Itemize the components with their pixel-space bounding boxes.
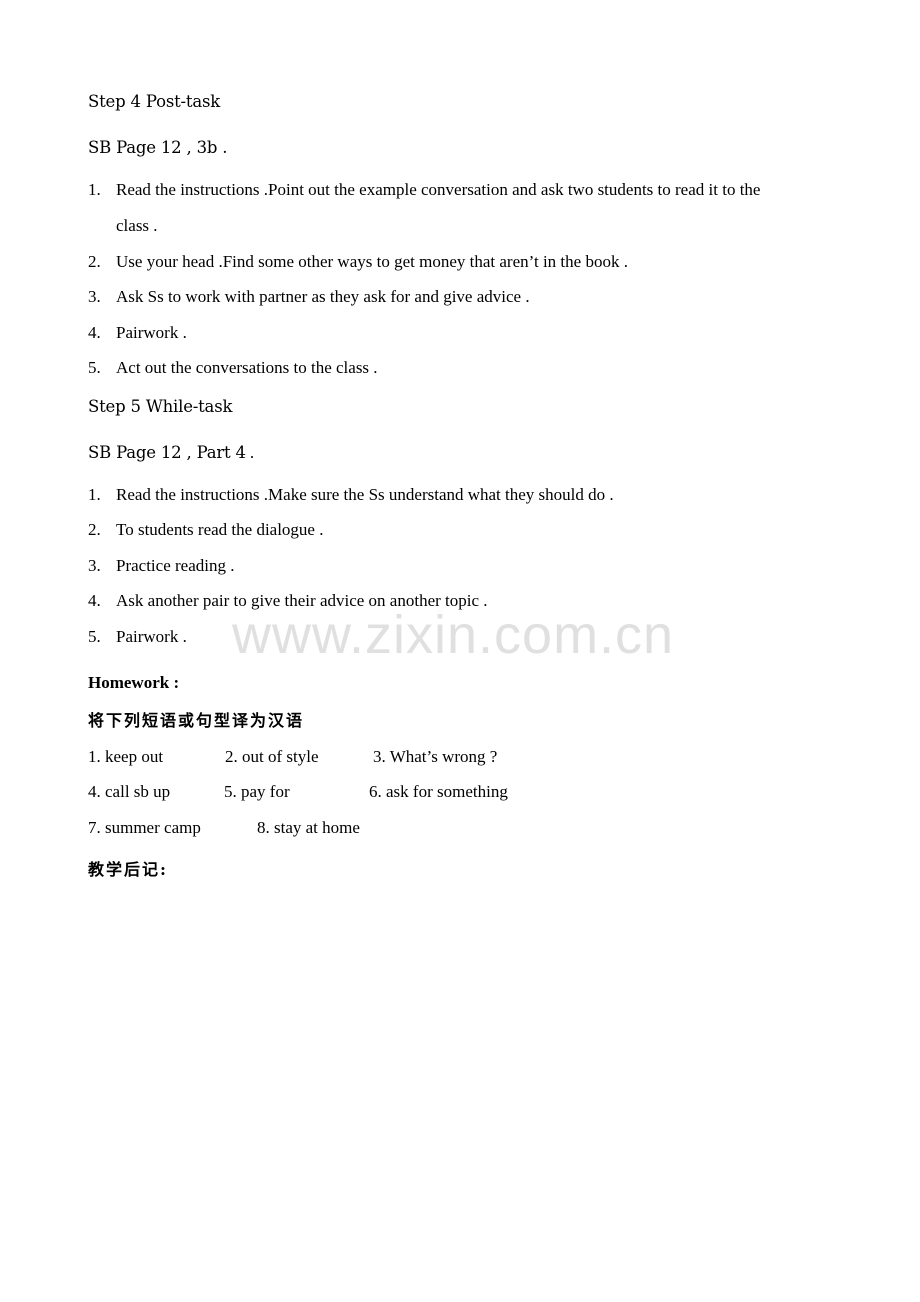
homework-item: 3. What’s wrong ? xyxy=(373,747,498,766)
homework-item: 2. out of style xyxy=(225,747,319,766)
homework-item: 4. call sb up xyxy=(88,782,171,801)
list-item-continuation: class . xyxy=(116,216,158,235)
step4-subtitle: SB Page 12 , 3b . xyxy=(88,138,228,157)
homework-item: 8. stay at home xyxy=(257,818,360,837)
step5-subtitle: SB Page 12 , Part 4 . xyxy=(88,443,254,462)
list-item: 1. Read the instructions .Make sure the S… xyxy=(88,485,614,504)
step4-heading: Step 4 Post-task xyxy=(88,92,221,111)
homework-item: 1. keep out xyxy=(88,747,164,766)
list-item: 5. Act out the conversations to the class… xyxy=(88,358,378,377)
homework-item: 7. summer camp xyxy=(88,818,201,837)
homework-item: 6. ask for something xyxy=(369,782,508,801)
homework-instruction: 将下列短语或句型译为汉语 xyxy=(88,711,305,730)
watermark-text: www.zixin.com.cn xyxy=(232,605,675,665)
document-page: Step 4 Post-task SB Page 12 , 3b . 1. Rea… xyxy=(0,0,920,1302)
step5-heading: Step 5 While-task xyxy=(88,397,233,416)
list-item: 2. Use your head .Find some other ways to… xyxy=(88,252,628,271)
list-item: 5. Pairwork . xyxy=(88,627,187,646)
homework-heading: Homework : xyxy=(88,673,180,692)
reflection-label: 教学后记: xyxy=(88,860,168,879)
list-item: 4. Pairwork . xyxy=(88,323,187,342)
list-item: 3. Ask Ss to work with partner as they as… xyxy=(88,287,530,306)
list-item: 2. To students read the dialogue . xyxy=(88,520,324,539)
list-item: 1. Read the instructions .Point out the e… xyxy=(88,180,761,199)
homework-item: 5. pay for xyxy=(224,782,290,801)
list-item: 3. Practice reading . xyxy=(88,556,235,575)
